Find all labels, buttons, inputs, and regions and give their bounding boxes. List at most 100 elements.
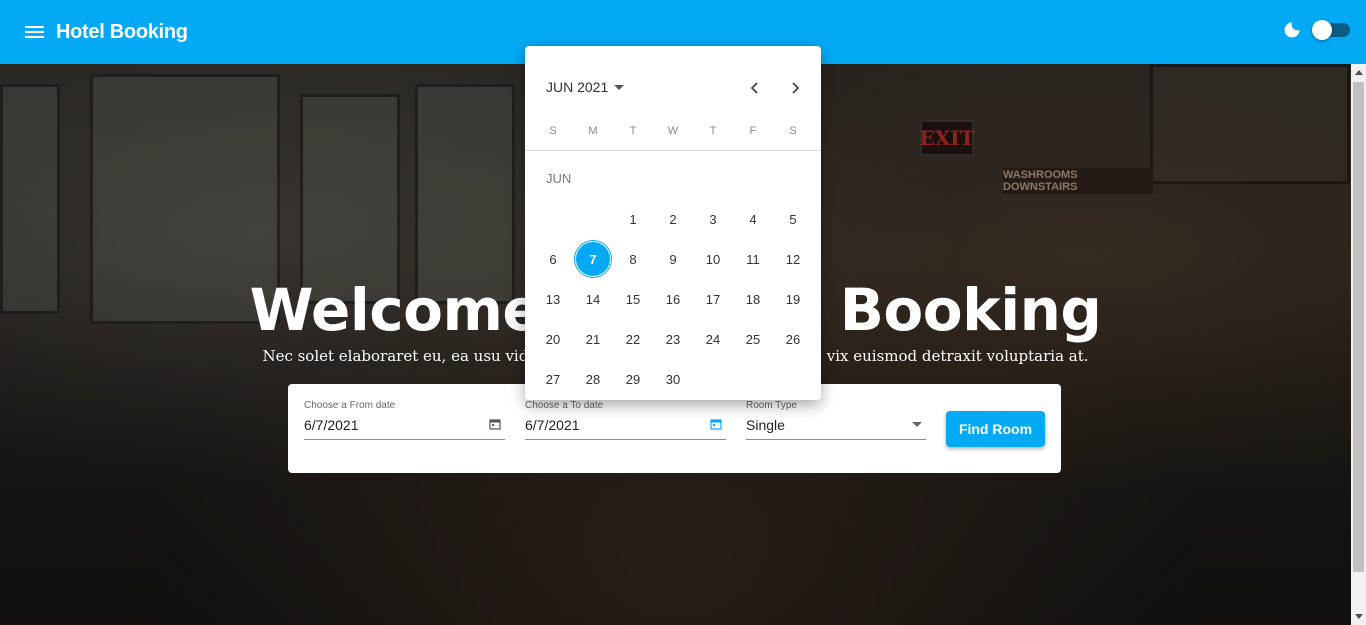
date-picker-popup: JUN 2021 SMTWTFS JUN 1 2 3 4 5 6 7 8 9 10 11 12 13 14…	[525, 46, 821, 400]
calendar-day[interactable]: 29	[613, 359, 653, 399]
moon-icon	[1284, 22, 1300, 38]
scroll-thumb[interactable]	[1353, 82, 1364, 572]
calendar-day-label: 15	[625, 291, 641, 307]
calendar-day[interactable]: 24	[693, 319, 733, 359]
calendar-day[interactable]: 4	[733, 199, 773, 239]
calendar-day-label: 29	[625, 371, 641, 387]
calendar-day-label: 27	[545, 371, 561, 387]
app-title: Hotel Booking	[56, 20, 188, 43]
weekday-label: M	[588, 125, 598, 137]
period-label: JUN 2021	[546, 79, 609, 95]
calendar-day-label: 26	[785, 331, 801, 347]
calendar-day[interactable]: 20	[533, 319, 573, 359]
calendar-day[interactable]: 18	[733, 279, 773, 319]
calendar-day[interactable]: 30	[653, 359, 693, 399]
vertical-scrollbar[interactable]	[1351, 64, 1366, 625]
from-date-label: Choose a From date	[304, 400, 396, 411]
to-date-field[interactable]: Choose a To date 6/7/2021	[525, 400, 726, 440]
chevron-left-icon	[750, 82, 758, 94]
calendar-day-label: 18	[745, 291, 761, 307]
calendar-day-label: 22	[625, 331, 641, 347]
calendar-day[interactable]: 12	[773, 239, 813, 279]
calendar-day-label: 20	[545, 331, 561, 347]
next-month-button[interactable]	[783, 76, 807, 100]
menu-icon[interactable]	[25, 20, 49, 44]
calendar-day-label: 1	[629, 211, 637, 227]
weekday-label: F	[749, 125, 757, 137]
calendar-day[interactable]: 27	[533, 359, 573, 399]
calendar-day-label: 16	[665, 291, 681, 307]
calendar-day[interactable]: 16	[653, 279, 693, 319]
scroll-down-arrow[interactable]	[1355, 614, 1363, 619]
from-date-value[interactable]: 6/7/2021	[304, 417, 359, 433]
calendar-day[interactable]: 9	[653, 239, 693, 279]
calendar-day-label: 13	[545, 291, 561, 307]
calendar-day[interactable]: 17	[693, 279, 733, 319]
calendar-day-label: 2	[669, 211, 677, 227]
calendar-day[interactable]: 2	[653, 199, 693, 239]
calendar-day[interactable]: 3	[693, 199, 733, 239]
calendar-day[interactable]: 15	[613, 279, 653, 319]
weekday-header: SMTWTFS	[533, 125, 813, 137]
calendar-day-label: 4	[749, 211, 757, 227]
calendar-day[interactable]: 25	[733, 319, 773, 359]
from-date-field[interactable]: Choose a From date 6/7/2021	[304, 400, 505, 440]
room-type-value[interactable]: Single	[746, 417, 785, 433]
weekday-label: S	[789, 125, 797, 137]
period-select-button[interactable]: JUN 2021	[546, 79, 625, 95]
weekday-label: S	[549, 125, 557, 137]
calendar-day[interactable]: 10	[693, 239, 733, 279]
calendar-day[interactable]: 8	[613, 239, 653, 279]
calendar-day-label: 6	[549, 251, 557, 267]
date-picker-header: JUN 2021	[525, 46, 821, 126]
calendar-day-label: 11	[746, 251, 760, 267]
calendar-day[interactable]: 5	[773, 199, 813, 239]
calendar-day-label: 30	[665, 371, 681, 387]
month-label: JUN	[546, 171, 572, 186]
calendar-day-label: 24	[705, 331, 721, 347]
calendar-day-label: 19	[785, 291, 801, 307]
calendar-day-label: 5	[789, 211, 797, 227]
calendar-day-label: 28	[585, 371, 601, 387]
weekday-label: T	[709, 125, 717, 137]
room-type-label: Room Type	[746, 400, 797, 411]
calendar-icon[interactable]	[710, 418, 722, 430]
calendar-day-label: 3	[709, 211, 717, 227]
calendar-day[interactable]: 28	[573, 359, 613, 399]
room-type-select[interactable]: Room Type Single	[746, 400, 926, 440]
calendar-day-label: 25	[745, 331, 761, 347]
chevron-right-icon	[792, 82, 800, 94]
calendar-day-label: 12	[785, 251, 801, 267]
calendar-day-label: 14	[585, 291, 601, 307]
calendar-day[interactable]: 14	[573, 279, 613, 319]
to-date-label: Choose a To date	[525, 400, 604, 411]
calendar-day-label: 21	[585, 331, 601, 347]
find-room-button[interactable]: Find Room	[946, 411, 1045, 447]
calendar-day-label: 10	[705, 251, 721, 267]
calendar-day[interactable]: 22	[613, 319, 653, 359]
calendar-day-label: 17	[705, 291, 721, 307]
chevron-down-icon[interactable]	[912, 422, 922, 427]
calendar-day-label: 23	[665, 331, 681, 347]
dark-mode-toggle[interactable]	[1312, 20, 1350, 40]
calendar-day[interactable]: 19	[773, 279, 813, 319]
calendar-day-label: 9	[669, 251, 677, 267]
calendar-day[interactable]: 13	[533, 279, 573, 319]
calendar-day[interactable]: 26	[773, 319, 813, 359]
theme-controls	[1282, 20, 1350, 40]
calendar-day[interactable]: 21	[573, 319, 613, 359]
previous-month-button[interactable]	[743, 76, 767, 100]
to-date-value[interactable]: 6/7/2021	[525, 417, 580, 433]
calendar-day[interactable]: 11	[733, 239, 773, 279]
calendar-day-label: 8	[629, 251, 637, 267]
calendar-day[interactable]: 1	[613, 199, 653, 239]
calendar-day-selected[interactable]: 7	[573, 239, 613, 279]
calendar-day-label: 7	[589, 251, 597, 267]
calendar-day[interactable]: 6	[533, 239, 573, 279]
divider	[525, 150, 821, 151]
calendar-day[interactable]: 23	[653, 319, 693, 359]
weekday-label: W	[667, 125, 679, 137]
calendar-icon[interactable]	[489, 418, 501, 430]
scroll-up-arrow[interactable]	[1355, 70, 1363, 75]
weekday-label: T	[629, 125, 637, 137]
